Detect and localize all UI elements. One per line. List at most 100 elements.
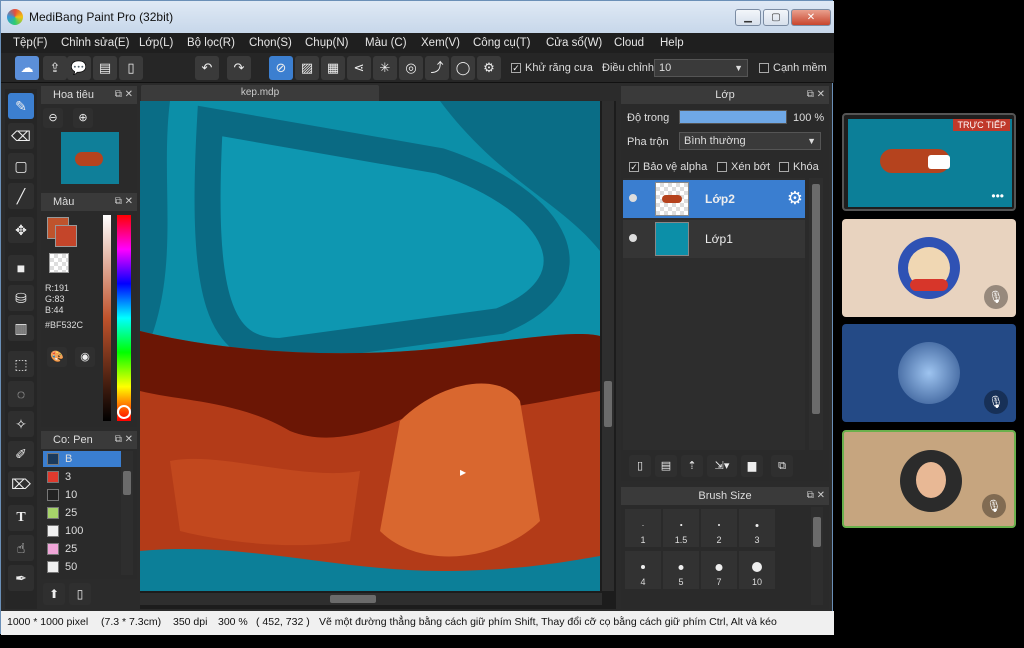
menu-select[interactable]: Chọn(S) <box>249 37 292 49</box>
brush-size-option[interactable]: 3 <box>739 509 775 547</box>
text-tool-icon[interactable]: T <box>8 505 34 531</box>
menu-cloud[interactable]: Cloud <box>614 37 644 49</box>
protect-alpha-checkbox[interactable]: ✓ <box>629 162 639 172</box>
menu-file[interactable]: Tệp(F) <box>13 37 48 49</box>
canvas-tab[interactable]: kep.mdp <box>141 85 379 101</box>
eraser-tool-icon[interactable]: ⌫ <box>8 123 34 149</box>
layer-row-layer2[interactable]: Lớp2 ⚙ <box>623 180 805 218</box>
pen-size-row[interactable]: 3 <box>43 469 121 485</box>
canvas-area[interactable]: ▸ <box>140 101 616 609</box>
opacity-slider[interactable] <box>679 110 787 124</box>
ellipse-snap-icon[interactable]: ◯ <box>451 56 475 80</box>
share-icon[interactable]: ⇪ <box>43 56 67 80</box>
select-eraser-tool-icon[interactable]: ⌦ <box>8 471 34 497</box>
pen-list-scrollbar[interactable] <box>121 451 133 575</box>
brush-size-option[interactable]: 2 <box>701 509 737 547</box>
new-halftone-layer-icon[interactable]: ▤ <box>655 455 677 477</box>
folder-icon[interactable]: ▆ <box>741 455 763 477</box>
menu-view[interactable]: Xem(V) <box>421 37 460 49</box>
background-color-swatch[interactable] <box>55 225 77 247</box>
add-pen-icon[interactable]: ⬆ <box>43 583 65 605</box>
cloud-icon[interactable]: ☁ <box>15 56 39 80</box>
curve-snap-icon[interactable]: ⤴ <box>425 56 449 80</box>
participant-tile[interactable]: 🎙 <box>842 219 1016 317</box>
brush-size-option[interactable]: 1.5 <box>663 509 699 547</box>
lock-checkbox[interactable] <box>779 162 789 172</box>
canvas-horizontal-scrollbar[interactable] <box>140 593 602 605</box>
circle-snap-icon[interactable]: ◎ <box>399 56 423 80</box>
clip-checkbox[interactable] <box>717 162 727 172</box>
menu-color[interactable]: Màu (C) <box>365 37 407 49</box>
radial-snap-icon[interactable]: ✳ <box>373 56 397 80</box>
minimize-button[interactable]: ▁ <box>735 9 761 26</box>
magic-wand-tool-icon[interactable]: ✧ <box>8 411 34 437</box>
perspective-snap-icon[interactable]: ⋖ <box>347 56 371 80</box>
adjust-select[interactable]: 10 ▼ <box>654 59 748 77</box>
menu-window[interactable]: Cửa sổ(W) <box>546 37 602 49</box>
close-button[interactable]: ✕ <box>791 9 831 26</box>
navigator-thumbnail[interactable] <box>61 132 119 184</box>
pen-size-row[interactable]: 100 <box>43 523 121 539</box>
brush-size-option[interactable]: 5 <box>663 551 699 589</box>
redo-icon[interactable]: ↷ <box>227 56 251 80</box>
menu-filter[interactable]: Bộ lọc(R) <box>187 37 235 49</box>
soft-edge-checkbox[interactable] <box>759 63 769 73</box>
layer-row-layer1[interactable]: Lớp1 <box>623 220 805 258</box>
comment-icon[interactable]: ▤ <box>93 56 117 80</box>
rectangle-tool-icon[interactable]: ▢ <box>8 153 34 179</box>
snap-off-icon[interactable]: ⊘ <box>269 56 293 80</box>
hue-handle[interactable] <box>117 405 131 419</box>
grid-snap-icon[interactable]: ▦ <box>321 56 345 80</box>
menu-tools[interactable]: Công cụ(T) <box>473 37 531 49</box>
layer-menu-icon[interactable]: ⇲▾ <box>707 455 737 477</box>
document-icon[interactable]: ▯ <box>119 56 143 80</box>
bucket-tool-icon[interactable]: ⛁ <box>8 285 34 311</box>
zoom-out-icon[interactable]: ⊖ <box>43 108 63 128</box>
live-stream-tile[interactable]: TRỰC TIẾP ••• <box>842 113 1016 211</box>
gradient-tool-icon[interactable]: ▥ <box>8 315 34 341</box>
pen-tool-icon[interactable]: ✎ <box>8 93 34 119</box>
hue-slider[interactable] <box>117 215 131 421</box>
color-picker-icon[interactable]: ◉ <box>75 347 95 367</box>
brush-size-option[interactable]: 1 <box>625 509 661 547</box>
new-layer-icon[interactable]: ▯ <box>629 455 651 477</box>
pen-size-row[interactable]: B <box>43 451 121 467</box>
eyedropper-tool-icon[interactable]: ✒ <box>8 565 34 591</box>
fill-rect-tool-icon[interactable]: ■ <box>8 255 34 281</box>
select-pen-tool-icon[interactable]: ✐ <box>8 441 34 467</box>
palette-icon[interactable]: 🎨 <box>47 347 67 367</box>
undo-icon[interactable]: ↶ <box>195 56 219 80</box>
pen-size-row[interactable]: 25 <box>43 541 121 557</box>
pen-size-row[interactable]: 10 <box>43 487 121 503</box>
participant-tile-speaking[interactable]: 🎙 <box>842 430 1016 528</box>
menu-help[interactable]: Help <box>660 37 684 49</box>
chat-icon[interactable]: 💬 <box>67 56 91 80</box>
parallel-snap-icon[interactable]: ▨ <box>295 56 319 80</box>
brush-size-scrollbar[interactable] <box>811 507 823 605</box>
gear-icon[interactable]: ⚙ <box>787 188 803 209</box>
brush-size-option[interactable]: 4 <box>625 551 661 589</box>
antialias-checkbox[interactable]: ✓ <box>511 63 521 73</box>
line-tool-icon[interactable]: ╱ <box>8 183 34 209</box>
operation-tool-icon[interactable]: ☝ <box>8 535 34 561</box>
drawing-canvas[interactable] <box>140 101 600 591</box>
canvas-vertical-scrollbar[interactable] <box>602 101 614 591</box>
brightness-slider[interactable] <box>103 215 111 421</box>
more-options-icon[interactable]: ••• <box>991 189 1004 203</box>
new-pen-icon[interactable]: ▯ <box>69 583 91 605</box>
pen-size-row[interactable]: 25 <box>43 505 121 521</box>
brush-size-option[interactable]: 7 <box>701 551 737 589</box>
duplicate-layer-icon[interactable]: ⧉ <box>771 455 793 477</box>
lasso-tool-icon[interactable]: ◌ <box>8 381 34 407</box>
settings-snap-icon[interactable]: ⚙ <box>477 56 501 80</box>
menu-edit[interactable]: Chỉnh sửa(E) <box>61 37 129 49</box>
transparent-color-swatch[interactable] <box>49 253 69 273</box>
pen-size-row[interactable]: 50 <box>43 559 121 575</box>
layer-list-scrollbar[interactable] <box>809 178 823 450</box>
menu-capture[interactable]: Chụp(N) <box>305 37 348 49</box>
participant-tile[interactable]: 🎙 <box>842 324 1016 422</box>
blend-mode-select[interactable]: Bình thường ▼ <box>679 132 821 150</box>
import-layer-icon[interactable]: ⇡ <box>681 455 703 477</box>
select-rect-tool-icon[interactable]: ⬚ <box>8 351 34 377</box>
move-tool-icon[interactable]: ✥ <box>8 217 34 243</box>
